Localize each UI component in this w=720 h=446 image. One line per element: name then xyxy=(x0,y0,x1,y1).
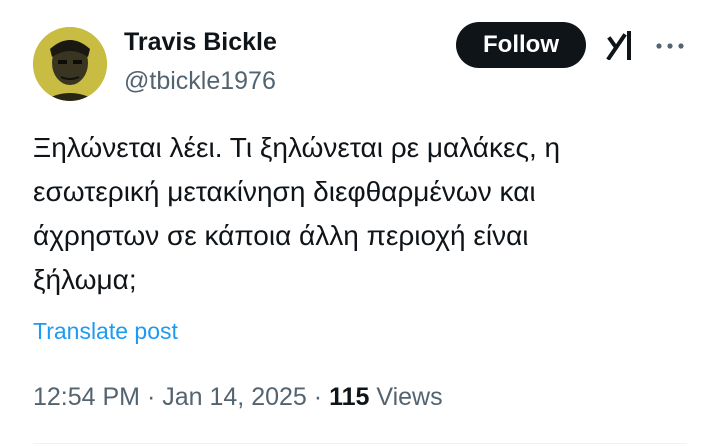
post-date[interactable]: Jan 14, 2025 xyxy=(162,383,307,411)
follow-button[interactable]: Follow xyxy=(456,22,586,68)
divider xyxy=(33,443,687,444)
meta-separator: · xyxy=(146,383,156,411)
post-meta: 12:54 PM · Jan 14, 2025 · 115 Views xyxy=(33,381,443,413)
post-text: Ξηλώνεται λέει. Τι ξηλώνεται ρε μαλάκες,… xyxy=(33,132,561,295)
more-dots-icon[interactable] xyxy=(655,36,685,56)
author-handle[interactable]: @tbickle1976 xyxy=(124,65,276,97)
grok-icon[interactable] xyxy=(604,30,638,61)
meta-separator: · xyxy=(313,383,323,411)
translate-post-link[interactable]: Translate post xyxy=(33,316,178,346)
avatar-photo xyxy=(33,27,107,101)
author-display-name[interactable]: Travis Bickle xyxy=(124,26,277,58)
views-label: Views xyxy=(376,383,443,411)
post-time[interactable]: 12:54 PM xyxy=(33,383,140,411)
views-count: 115 xyxy=(329,383,370,411)
avatar[interactable] xyxy=(33,27,107,101)
